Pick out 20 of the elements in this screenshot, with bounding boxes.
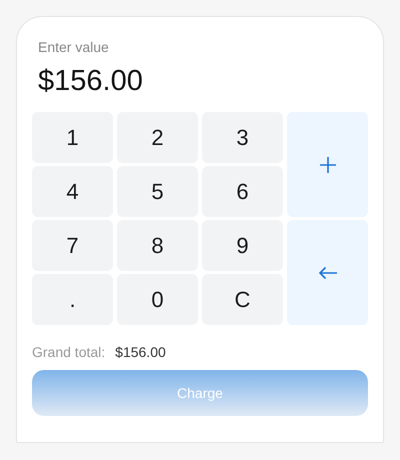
backspace-key[interactable]	[287, 220, 368, 325]
input-label: Enter value	[37, 39, 110, 55]
keypad-key[interactable]: 1	[32, 112, 113, 163]
keypad-key[interactable]: 0	[117, 274, 198, 325]
keypad-key[interactable]: 8	[117, 220, 198, 271]
add-key[interactable]	[287, 112, 368, 217]
keypad-key[interactable]: 5	[117, 166, 198, 217]
keypad-key[interactable]: C	[202, 274, 283, 325]
total-label: Grand total:	[32, 344, 106, 360]
arrow-left-icon	[318, 266, 338, 280]
total-value: $156.00	[115, 344, 166, 360]
keypad-key[interactable]: 4	[32, 166, 113, 217]
keypad-key[interactable]: 9	[202, 220, 283, 271]
plus-icon	[318, 156, 336, 174]
keypad-key[interactable]: 2	[117, 112, 198, 163]
keypad-key[interactable]: 3	[202, 112, 283, 163]
keypad-key[interactable]: 6	[202, 166, 283, 217]
amount-display: $156.00	[37, 64, 144, 99]
keypad-key[interactable]: 7	[32, 220, 113, 271]
keypad-key[interactable]: .	[32, 274, 113, 325]
